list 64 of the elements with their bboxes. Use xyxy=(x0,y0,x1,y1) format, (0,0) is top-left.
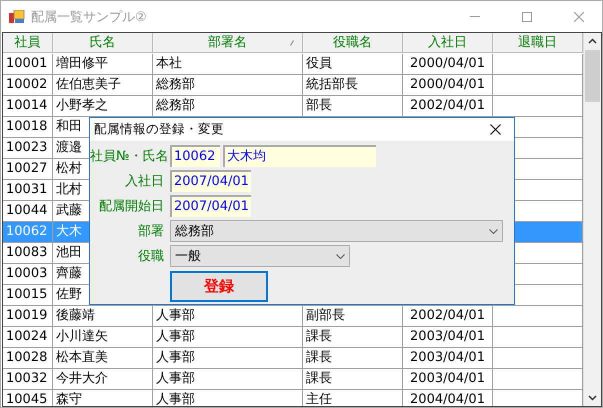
table-cell: 10019 xyxy=(3,306,53,327)
table-cell: 森守 xyxy=(53,390,153,406)
window-title: 配属一覧サンプル② xyxy=(31,8,148,26)
table-cell: 2000/04/01 xyxy=(403,75,493,96)
column-header[interactable]: 社員 xyxy=(3,33,53,53)
employee-name-field[interactable]: 大木均 xyxy=(223,145,376,167)
table-cell: 本社 xyxy=(153,54,303,75)
table-cell: 10023 xyxy=(3,138,53,159)
table-cell: 課長 xyxy=(303,369,403,390)
table-cell: 後藤靖 xyxy=(53,306,153,327)
chevron-down-icon xyxy=(336,254,345,258)
table-cell: 2000/04/01 xyxy=(403,54,493,75)
date-field[interactable]: 2007/04/01 xyxy=(170,195,251,217)
table-cell: 総務部 xyxy=(153,75,303,96)
table-cell: 10028 xyxy=(3,348,53,369)
table-cell: 主任 xyxy=(303,390,403,406)
table-cell: 10062 xyxy=(3,222,53,243)
table-cell: 10083 xyxy=(3,243,53,264)
table-cell: 今井大介 xyxy=(53,369,153,390)
table-cell: 2003/04/01 xyxy=(403,327,493,348)
table-cell: 10018 xyxy=(3,117,53,138)
table-cell: 10001 xyxy=(3,54,53,75)
table-cell: 10014 xyxy=(3,96,53,117)
column-header[interactable]: 退職日 xyxy=(493,33,583,53)
table-cell: 課長 xyxy=(303,327,403,348)
maximize-icon[interactable] xyxy=(522,12,532,22)
register-button[interactable]: 登録 xyxy=(170,271,268,302)
table-cell: 10024 xyxy=(3,327,53,348)
table-cell: 10031 xyxy=(3,180,53,201)
column-header[interactable]: 氏名 xyxy=(53,33,153,53)
table-cell: 10027 xyxy=(3,159,53,180)
table-cell: 課長 xyxy=(303,348,403,369)
table-cell: 統括部長 xyxy=(303,75,403,96)
app-icon xyxy=(9,10,25,24)
table-cell: 10015 xyxy=(3,285,53,306)
table-cell: 松本直美 xyxy=(53,348,153,369)
employee-id-field[interactable]: 10062 xyxy=(170,145,220,167)
table-cell: 人事部 xyxy=(153,327,303,348)
scrollbar-thumb[interactable] xyxy=(585,50,600,102)
column-header[interactable]: 入社日 xyxy=(403,33,493,53)
table-cell: 人事部 xyxy=(153,306,303,327)
table-cell: 増田修平 xyxy=(53,54,153,75)
table-cell: 人事部 xyxy=(153,348,303,369)
table-cell: 2003/04/01 xyxy=(403,369,493,390)
table-cell: 10003 xyxy=(3,264,53,285)
table-cell: 10002 xyxy=(3,75,53,96)
table-cell: 副部長 xyxy=(303,306,403,327)
table-cell: 10045 xyxy=(3,390,53,406)
table-cell: 小川達矢 xyxy=(53,327,153,348)
table-cell: 役員 xyxy=(303,54,403,75)
dropdown[interactable]: 総務部 xyxy=(170,220,503,242)
column-header[interactable]: 役職名 xyxy=(303,33,403,53)
chevron-down-icon xyxy=(489,228,498,234)
column-header[interactable]: 部署名 xyxy=(153,33,303,53)
close-icon[interactable] xyxy=(490,124,501,135)
table-cell: 10032 xyxy=(3,369,53,390)
date-field[interactable]: 2007/04/01 xyxy=(170,170,251,192)
table-cell: 人事部 xyxy=(153,369,303,390)
table-cell: 2004/04/01 xyxy=(403,390,493,406)
dropdown[interactable]: 一般 xyxy=(170,245,350,267)
table-cell: 人事部 xyxy=(153,390,303,406)
table-cell: 2003/04/01 xyxy=(403,348,493,369)
table-cell: 佐伯恵美子 xyxy=(53,75,153,96)
table-cell: 2002/04/01 xyxy=(403,306,493,327)
